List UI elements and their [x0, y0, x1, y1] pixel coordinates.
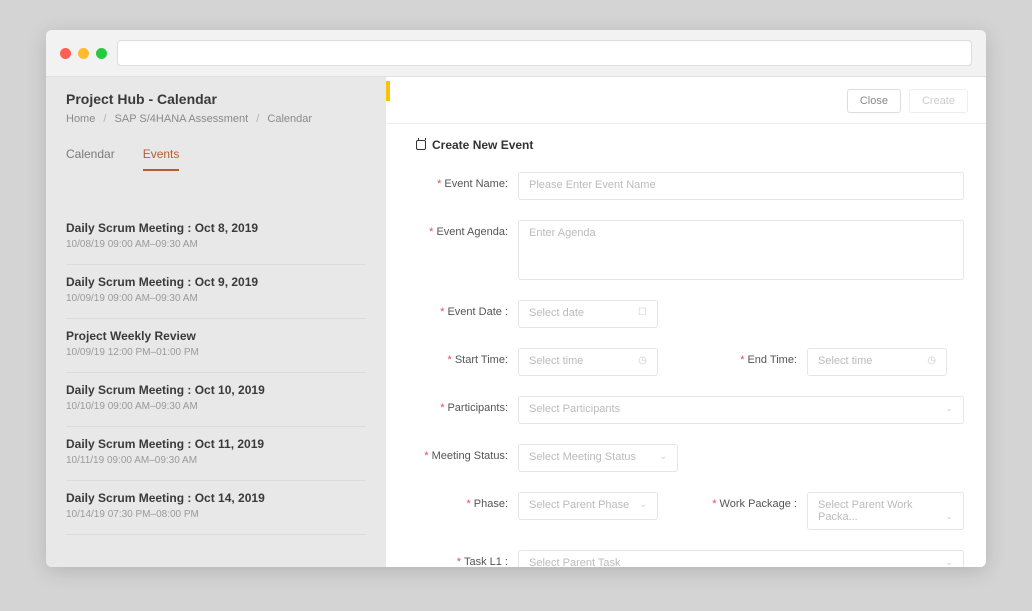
- event-title: Daily Scrum Meeting : Oct 9, 2019: [66, 275, 366, 289]
- event-name-input[interactable]: Please Enter Event Name: [518, 172, 964, 200]
- event-title: Project Weekly Review: [66, 329, 366, 343]
- event-title: Daily Scrum Meeting : Oct 8, 2019: [66, 221, 366, 235]
- participants-select[interactable]: Select Participants⌄: [518, 396, 964, 424]
- start-time-label: *Start Time:: [416, 348, 508, 366]
- breadcrumb-item: Calendar: [267, 113, 312, 125]
- form-row-work-package: *Work Package : Select Parent Work Packa…: [705, 492, 964, 530]
- list-item[interactable]: Daily Scrum Meeting : Oct 8, 2019 10/08/…: [66, 211, 366, 265]
- form-row-event-agenda: *Event Agenda: Enter Agenda: [416, 220, 964, 280]
- calendar-icon: ☐: [638, 307, 647, 318]
- event-title: Daily Scrum Meeting : Oct 11, 2019: [66, 437, 366, 451]
- tab-events[interactable]: Events: [143, 147, 180, 171]
- phase-label: *Phase:: [416, 492, 508, 510]
- form-row-end-time: *End Time: Select time◷: [705, 348, 964, 376]
- event-time: 10/14/19 07:30 PM–08:00 PM: [66, 509, 366, 520]
- form-row-phase: *Phase: Select Parent Phase⌄: [416, 492, 675, 530]
- maximize-window-button[interactable]: [96, 48, 107, 59]
- app-content: Project Hub - Calendar Home / SAP S/4HAN…: [46, 77, 986, 567]
- task-l1-select[interactable]: Select Parent Task⌄: [518, 550, 964, 567]
- list-item[interactable]: Daily Scrum Meeting : Oct 14, 2019 10/14…: [66, 481, 366, 535]
- browser-chrome: [46, 30, 986, 77]
- clock-icon: ◷: [927, 355, 936, 366]
- list-item[interactable]: Daily Scrum Meeting : Oct 11, 2019 10/11…: [66, 427, 366, 481]
- breadcrumb-item[interactable]: Home: [66, 113, 95, 125]
- calendar-icon: [416, 140, 426, 150]
- list-item[interactable]: Daily Scrum Meeting : Oct 9, 2019 10/09/…: [66, 265, 366, 319]
- page-title: Project Hub - Calendar: [66, 91, 366, 107]
- form-title-text: Create New Event: [432, 138, 533, 152]
- event-name-label: *Event Name:: [416, 172, 508, 190]
- breadcrumb-item[interactable]: SAP S/4HANA Assessment: [115, 113, 249, 125]
- meeting-status-label: *Meeting Status:: [416, 444, 508, 462]
- form-row-task-l1: *Task L1 : Select Parent Task⌄: [416, 550, 964, 567]
- close-button[interactable]: Close: [847, 89, 901, 113]
- accent-bar: [386, 81, 390, 101]
- create-button[interactable]: Create: [909, 89, 968, 113]
- form-row-start-time: *Start Time: Select time◷: [416, 348, 675, 376]
- event-title: Daily Scrum Meeting : Oct 10, 2019: [66, 383, 366, 397]
- phase-select[interactable]: Select Parent Phase⌄: [518, 492, 658, 520]
- list-item[interactable]: Daily Scrum Meeting : Oct 10, 2019 10/10…: [66, 373, 366, 427]
- event-agenda-label: *Event Agenda:: [416, 220, 508, 238]
- event-agenda-input[interactable]: Enter Agenda: [518, 220, 964, 280]
- list-item[interactable]: Project Weekly Review 10/09/19 12:00 PM–…: [66, 319, 366, 373]
- chevron-down-icon: ⌄: [945, 557, 953, 567]
- tabs: Calendar Events: [66, 147, 366, 171]
- panel-header: Close Create: [386, 77, 986, 124]
- form-row-participants: *Participants: Select Participants⌄: [416, 396, 964, 424]
- form-row-event-date: *Event Date : Select date☐: [416, 300, 964, 328]
- browser-window: Project Hub - Calendar Home / SAP S/4HAN…: [46, 30, 986, 567]
- event-time: 10/11/19 09:00 AM–09:30 AM: [66, 455, 366, 466]
- form-title: Create New Event: [416, 138, 964, 152]
- event-list: Daily Scrum Meeting : Oct 8, 2019 10/08/…: [66, 211, 366, 535]
- chevron-down-icon: ⌄: [639, 499, 647, 510]
- end-time-input[interactable]: Select time◷: [807, 348, 947, 376]
- chevron-down-icon: ⌄: [945, 511, 953, 522]
- chevron-down-icon: ⌄: [659, 451, 667, 462]
- work-package-label: *Work Package :: [705, 492, 797, 510]
- tab-calendar[interactable]: Calendar: [66, 147, 115, 171]
- task-l1-label: *Task L1 :: [416, 550, 508, 567]
- event-date-input[interactable]: Select date☐: [518, 300, 658, 328]
- breadcrumb: Home / SAP S/4HANA Assessment / Calendar: [66, 113, 366, 125]
- minimize-window-button[interactable]: [78, 48, 89, 59]
- event-time: 10/09/19 12:00 PM–01:00 PM: [66, 347, 366, 358]
- event-date-label: *Event Date :: [416, 300, 508, 318]
- chevron-down-icon: ⌄: [945, 403, 953, 414]
- address-bar[interactable]: [117, 40, 972, 66]
- sidebar: Project Hub - Calendar Home / SAP S/4HAN…: [46, 77, 386, 567]
- main-panel: Close Create Create New Event *Event Nam…: [386, 77, 986, 567]
- event-time: 10/10/19 09:00 AM–09:30 AM: [66, 401, 366, 412]
- clock-icon: ◷: [638, 355, 647, 366]
- breadcrumb-separator: /: [256, 113, 259, 125]
- close-window-button[interactable]: [60, 48, 71, 59]
- event-time: 10/09/19 09:00 AM–09:30 AM: [66, 293, 366, 304]
- end-time-label: *End Time:: [705, 348, 797, 366]
- create-event-form: Create New Event *Event Name: Please Ent…: [386, 124, 986, 567]
- traffic-lights: [60, 48, 107, 59]
- start-time-input[interactable]: Select time◷: [518, 348, 658, 376]
- participants-label: *Participants:: [416, 396, 508, 414]
- event-title: Daily Scrum Meeting : Oct 14, 2019: [66, 491, 366, 505]
- form-row-meeting-status: *Meeting Status: Select Meeting Status⌄: [416, 444, 964, 472]
- meeting-status-select[interactable]: Select Meeting Status⌄: [518, 444, 678, 472]
- event-time: 10/08/19 09:00 AM–09:30 AM: [66, 239, 366, 250]
- breadcrumb-separator: /: [103, 113, 106, 125]
- form-row-event-name: *Event Name: Please Enter Event Name: [416, 172, 964, 200]
- work-package-select[interactable]: Select Parent Work Packa...⌄: [807, 492, 964, 530]
